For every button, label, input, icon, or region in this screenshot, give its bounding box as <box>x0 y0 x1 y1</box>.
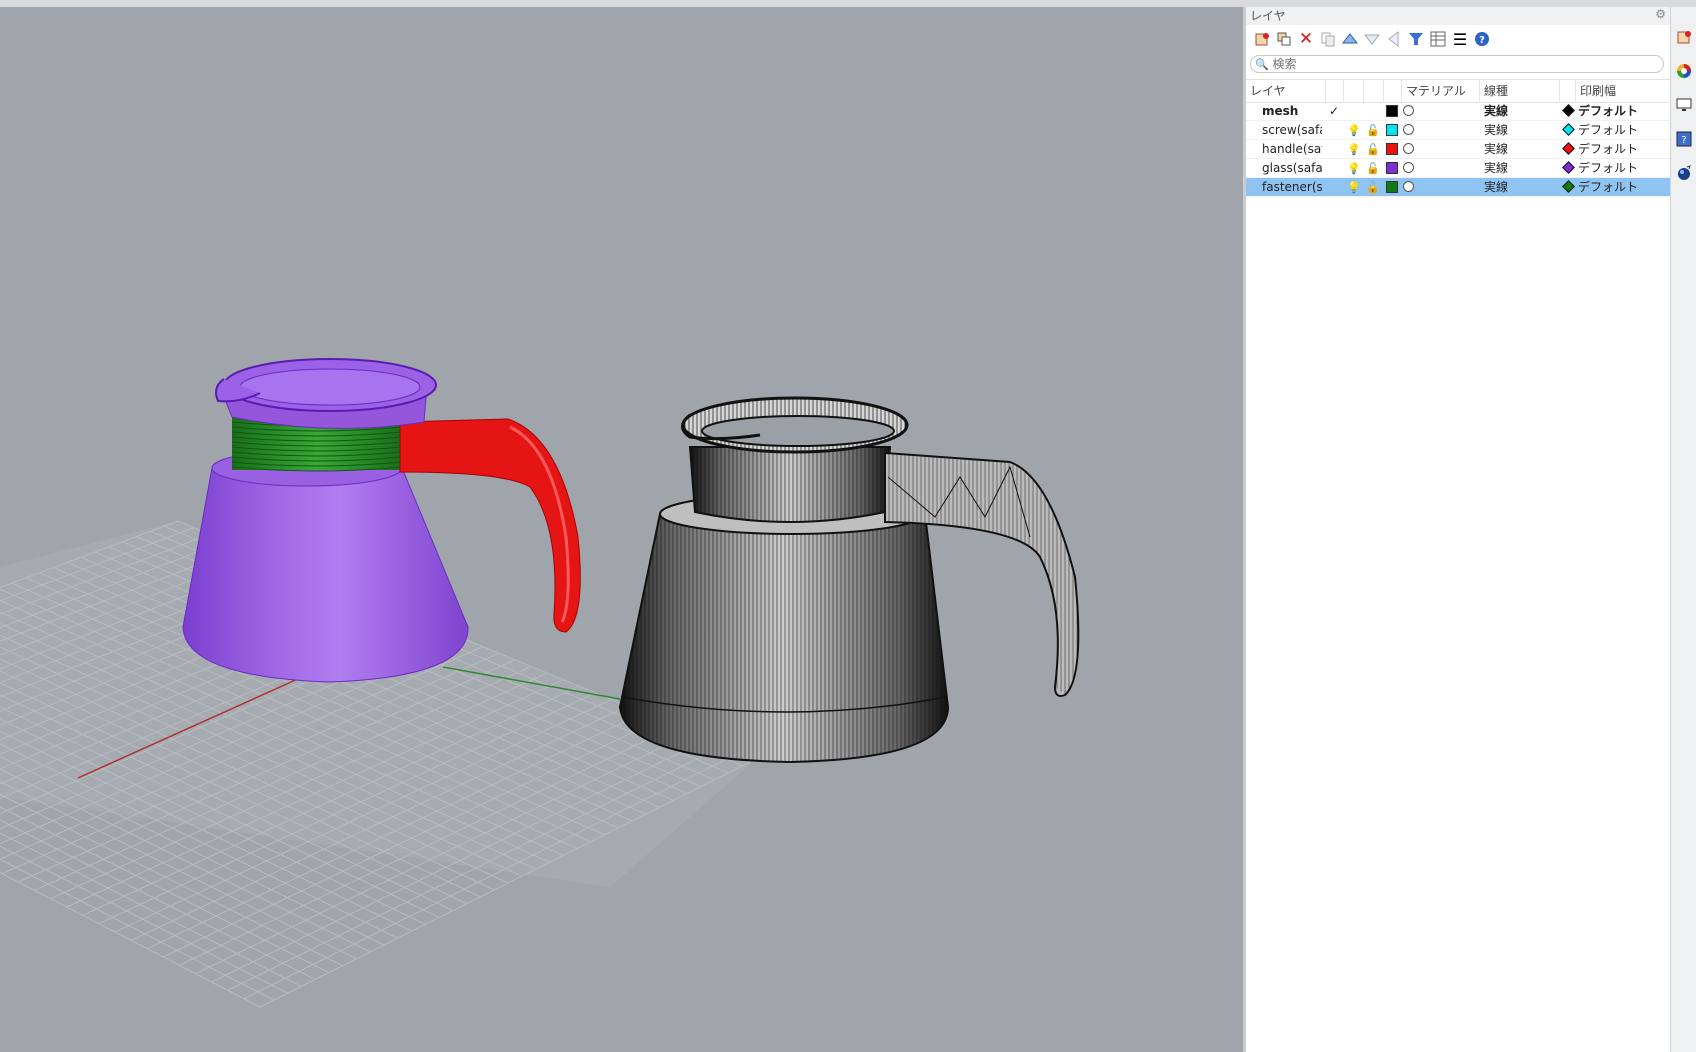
filter-icon[interactable] <box>1406 29 1426 49</box>
linetype-value[interactable]: 実線 <box>1484 121 1508 140</box>
move-up-icon[interactable] <box>1340 29 1360 49</box>
teapot-rim-inner <box>239 368 421 406</box>
column-header-printwidth[interactable]: 印刷幅 <box>1576 80 1670 102</box>
column-header-material[interactable]: マテリアル <box>1402 80 1480 102</box>
column-header-linetype[interactable]: 線種 <box>1480 80 1560 102</box>
visibility-bulb-icon[interactable]: 💡 <box>1347 121 1361 140</box>
column-header-lock[interactable] <box>1364 80 1384 102</box>
layer-row[interactable]: mesh ✓ 実線 デフォルト <box>1246 102 1670 121</box>
layer-row[interactable]: screw(safac 💡 🔓 実線 デフォルト <box>1246 121 1670 140</box>
material-circle-icon[interactable] <box>1403 162 1414 173</box>
layers-toolbar: ✕ ☰ ? <box>1252 29 1492 51</box>
table-icon[interactable] <box>1428 29 1448 49</box>
teapot-body <box>182 467 469 683</box>
layers-icon[interactable] <box>1676 29 1692 45</box>
new-sublayer-icon[interactable] <box>1274 29 1294 49</box>
layer-color-swatch[interactable] <box>1386 105 1398 117</box>
print-color-diamond-icon[interactable] <box>1562 104 1575 117</box>
layer-row[interactable]: handle(safa 💡 🔓 実線 デフォルト <box>1246 140 1670 159</box>
print-color-diamond-icon[interactable] <box>1562 142 1575 155</box>
material-circle-icon[interactable] <box>1403 124 1414 135</box>
visibility-bulb-icon[interactable]: 💡 <box>1347 159 1361 178</box>
svg-text:?: ? <box>1681 135 1686 146</box>
material-circle-icon[interactable] <box>1403 143 1414 154</box>
visibility-bulb-icon[interactable]: 💡 <box>1347 140 1361 159</box>
linetype-value[interactable]: 実線 <box>1484 140 1508 159</box>
layer-name[interactable]: fastener(sa <box>1262 178 1322 197</box>
print-width-value[interactable]: デフォルト <box>1578 102 1638 121</box>
print-width-value[interactable]: デフォルト <box>1578 159 1638 178</box>
svg-text:?: ? <box>1479 35 1485 46</box>
mesh-teapot[interactable] <box>618 396 1080 764</box>
color-wheel-icon[interactable] <box>1676 63 1692 79</box>
layer-name[interactable]: glass(safac <box>1262 159 1322 178</box>
print-color-diamond-icon[interactable] <box>1562 161 1575 174</box>
render-icon[interactable] <box>1676 165 1692 181</box>
display-icon[interactable] <box>1676 97 1692 113</box>
print-width-value[interactable]: デフォルト <box>1578 178 1638 197</box>
linetype-value[interactable]: 実線 <box>1484 178 1508 197</box>
layer-name[interactable]: mesh <box>1262 102 1322 121</box>
move-down-icon[interactable] <box>1362 29 1382 49</box>
print-width-value[interactable]: デフォルト <box>1578 121 1638 140</box>
column-header-current[interactable] <box>1326 80 1344 102</box>
layer-color-swatch[interactable] <box>1386 162 1398 174</box>
panel-settings-icon[interactable]: ⚙ <box>1655 7 1666 21</box>
layer-name[interactable]: handle(safa <box>1262 140 1322 159</box>
layer-row[interactable]: glass(safac 💡 🔓 実線 デフォルト <box>1246 159 1670 178</box>
column-header-printcolor[interactable] <box>1560 80 1576 102</box>
lock-icon[interactable]: 🔓 <box>1366 140 1380 159</box>
panel-titlebar <box>1246 7 1670 25</box>
print-width-value[interactable]: デフォルト <box>1578 140 1638 159</box>
mesh-rim-inner <box>701 415 895 447</box>
panel-tabs-sidebar: ? <box>1670 7 1696 1052</box>
viewport-canvas <box>0 358 1080 1008</box>
material-circle-icon[interactable] <box>1403 105 1414 116</box>
new-layer-icon[interactable] <box>1252 29 1272 49</box>
menu-icon[interactable]: ☰ <box>1450 29 1470 49</box>
colored-teapot[interactable] <box>182 358 581 683</box>
lock-icon[interactable]: 🔓 <box>1366 178 1380 197</box>
layer-name[interactable]: screw(safac <box>1262 121 1322 140</box>
layer-color-swatch[interactable] <box>1386 143 1398 155</box>
linetype-value[interactable]: 実線 <box>1484 159 1508 178</box>
layer-color-swatch[interactable] <box>1386 124 1398 136</box>
move-left-icon[interactable] <box>1384 29 1404 49</box>
search-icon: 🔍 <box>1255 58 1269 71</box>
copy-icon[interactable] <box>1318 29 1338 49</box>
print-color-diamond-icon[interactable] <box>1562 123 1575 136</box>
column-header-visible[interactable] <box>1344 80 1364 102</box>
linetype-value[interactable]: 実線 <box>1484 102 1508 121</box>
help-icon[interactable]: ? <box>1472 29 1492 49</box>
delete-icon[interactable]: ✕ <box>1296 29 1316 49</box>
lock-icon[interactable]: 🔓 <box>1366 159 1380 178</box>
layer-color-swatch[interactable] <box>1386 181 1398 193</box>
current-layer-check-icon[interactable]: ✓ <box>1329 102 1339 121</box>
material-circle-icon[interactable] <box>1403 181 1414 192</box>
layer-table-header: レイヤ マテリアル 線種 印刷幅 <box>1246 79 1670 103</box>
print-color-diamond-icon[interactable] <box>1562 180 1575 193</box>
layers-panel: レイヤ ⚙ ✕ ☰ ? 🔍 レイヤ マテリアル 線種 印刷幅 mesh✓実線デフ… <box>1243 7 1670 1052</box>
visibility-bulb-icon[interactable]: 💡 <box>1347 178 1361 197</box>
perspective-viewport[interactable] <box>0 7 1243 1052</box>
layer-search[interactable]: 🔍 <box>1250 55 1664 73</box>
layer-search-input[interactable] <box>1272 57 1653 71</box>
column-header-color[interactable] <box>1384 80 1402 102</box>
panel-title: レイヤ <box>1250 9 1286 23</box>
help-panel-icon[interactable]: ? <box>1676 131 1692 147</box>
layer-row[interactable]: fastener(sa 💡 🔓 実線 デフォルト <box>1246 178 1670 197</box>
column-header-layer[interactable]: レイヤ <box>1246 80 1326 102</box>
lock-icon[interactable]: 🔓 <box>1366 121 1380 140</box>
